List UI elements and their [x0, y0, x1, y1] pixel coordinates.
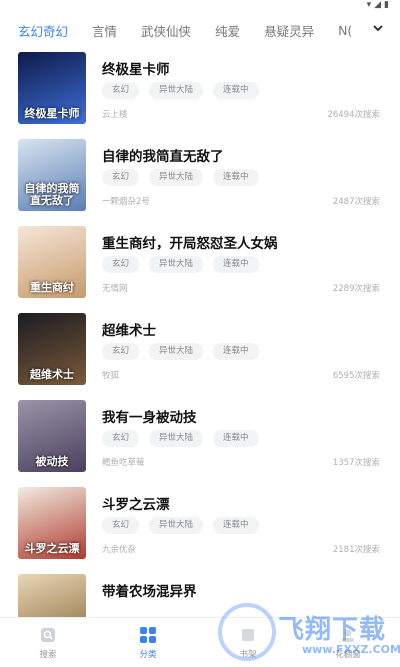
nav-label-search: 搜索 [39, 650, 57, 660]
book-cover-title: 终极星卡师 [24, 106, 80, 120]
book-cover-image[interactable]: 自律的我简直无敌了 [18, 139, 86, 211]
book-cover-title: 斗罗之云漂 [24, 541, 80, 555]
book-tag: 玄幻 [102, 343, 140, 360]
book-tag: 玄幻 [102, 517, 140, 534]
book-tags: 玄幻 异世大陆 连载中 [102, 256, 269, 273]
search-icon [37, 624, 59, 646]
book-search-count: 2487次搜索 [332, 197, 380, 207]
book-tag: 异世大陆 [149, 169, 204, 186]
status-bar: ▾◢▮ [0, 0, 400, 14]
book-author: 无情网 [102, 284, 128, 294]
book-author: 云上楼 [102, 110, 128, 120]
book-tag: 连载中 [213, 82, 259, 99]
book-cover-image[interactable]: 终极星卡师 [18, 52, 86, 124]
tab-xuanhuan[interactable]: 玄幻奇幻 [18, 21, 68, 40]
book-tag: 玄幻 [102, 430, 140, 447]
book-tag: 连载中 [213, 256, 259, 273]
status-icons: ▾◢▮ [366, 0, 392, 10]
watermark-logo: 飞翔下载 www.FXXZ.COM [218, 603, 400, 661]
book-title[interactable]: 终极星卡师 [102, 58, 170, 78]
chevron-down-icon[interactable] [372, 22, 384, 38]
book-tags: 玄幻 异世大陆 连载中 [102, 430, 269, 447]
category-tab-bar: 玄幻奇幻 言情 武侠仙侠 纯爱 悬疑灵异 N( [0, 14, 400, 46]
book-title[interactable]: 斗罗之云漂 [102, 493, 170, 513]
tab-yanqing[interactable]: 言情 [92, 21, 117, 40]
book-author: 牧狐 [102, 371, 120, 381]
nav-search[interactable]: 搜索 [18, 624, 78, 660]
book-tags: 玄幻 异世大陆 连载中 [102, 169, 269, 186]
book-tag: 异世大陆 [149, 343, 204, 360]
book-author: 一颗烟杂2号 [102, 197, 150, 207]
book-list-item[interactable]: 终极星卡师 终极星卡师 玄幻 异世大陆 连载中 云上楼 26494次搜索 [18, 52, 388, 124]
book-search-count: 26494次搜索 [327, 110, 380, 120]
book-tag: 异世大陆 [149, 256, 204, 273]
tab-chunai[interactable]: 纯爱 [215, 21, 240, 40]
book-list-item[interactable]: 超维术士 超维术士 玄幻 异世大陆 连载中 牧狐 6595次搜索 [18, 313, 388, 385]
nav-category[interactable]: 分类 [118, 624, 178, 660]
watermark-main-text: 飞翔下载 [278, 615, 387, 645]
book-list-item[interactable]: 自律的我简直无敌了 自律的我简直无敌了 玄幻 异世大陆 连载中 一颗烟杂2号 2487次搜索 [18, 139, 388, 211]
book-tag: 异世大陆 [149, 82, 204, 99]
book-list-item[interactable]: 被动技 我有一身被动技 玄幻 异世大陆 连载中 鳕鱼吃草莓 1357次搜索 [18, 400, 388, 472]
grid-icon [137, 624, 159, 646]
tab-wuxia[interactable]: 武侠仙侠 [141, 21, 191, 40]
book-list-item[interactable]: 斗罗之云漂 斗罗之云漂 玄幻 异世大陆 连载中 九余优杂 2181次搜索 [18, 487, 388, 559]
book-tag: 连载中 [213, 343, 259, 360]
book-cover-title: 重生商纣 [30, 280, 74, 294]
book-title[interactable]: 自律的我简直无敌了 [102, 145, 224, 165]
book-cover-title: 被动技 [35, 454, 69, 468]
book-cover-title: 超维术士 [30, 367, 74, 381]
tab-xuanyi[interactable]: 悬疑灵异 [264, 21, 314, 40]
book-tag: 异世大陆 [149, 430, 204, 447]
nav-label-category: 分类 [139, 650, 157, 660]
book-search-count: 2181次搜索 [332, 545, 380, 555]
book-tag: 玄幻 [102, 169, 140, 186]
book-list-item[interactable]: 重生商纣 重生商纣，开局怒怼圣人女娲 玄幻 异世大陆 连载中无情网 2289次搜索 [18, 226, 388, 298]
book-cover-image[interactable]: 斗罗之云漂 [18, 487, 86, 559]
book-tag: 连载中 [213, 430, 259, 447]
book-tag: 玄幻 [102, 82, 140, 99]
book-search-count: 6595次搜索 [332, 371, 380, 381]
watermark-circle-icon [218, 603, 276, 661]
book-cover-image[interactable]: 重生商纣 [18, 226, 86, 298]
book-author: 九余优杂 [102, 545, 137, 555]
book-tags: 玄幻 异世大陆 连载中 [102, 343, 269, 360]
book-search-count: 2289次搜索 [332, 284, 380, 294]
book-tag: 异世大陆 [149, 517, 204, 534]
book-tags: 玄幻 异世大陆 连载中 [102, 82, 269, 99]
book-tag: 连载中 [213, 169, 259, 186]
book-cover-title: 自律的我简直无敌了 [24, 181, 80, 207]
book-title[interactable]: 重生商纣，开局怒怼圣人女娲 [102, 232, 278, 252]
book-cover-image[interactable]: 超维术士 [18, 313, 86, 385]
book-title[interactable]: 我有一身被动技 [102, 406, 197, 426]
book-tags: 玄幻 异世大陆 连载中 [102, 517, 269, 534]
book-tag: 玄幻 [102, 256, 140, 273]
book-title[interactable]: 带着农场混异界 [102, 580, 197, 600]
tab-more[interactable]: N( [338, 23, 352, 38]
book-search-count: 1357次搜索 [332, 458, 380, 468]
book-tag: 连载中 [213, 517, 259, 534]
watermark-sub-text: www.FXXZ.COM [302, 643, 400, 656]
book-title[interactable]: 超维术士 [102, 319, 156, 339]
book-cover-image[interactable]: 被动技 [18, 400, 86, 472]
book-author: 鳕鱼吃草莓 [102, 458, 145, 468]
